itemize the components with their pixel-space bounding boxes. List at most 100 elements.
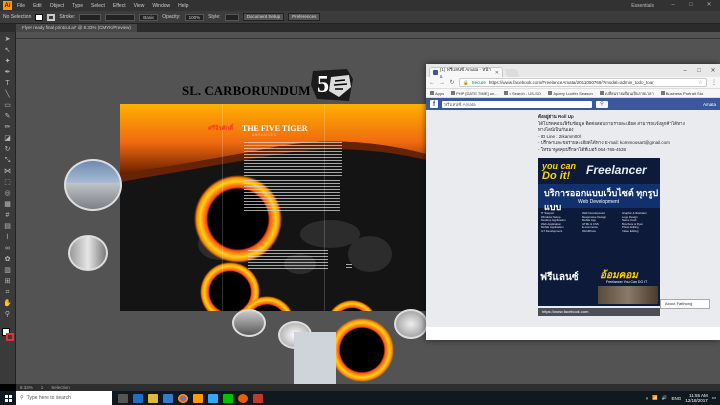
gradient-tool-icon[interactable]: ▤ [3, 223, 13, 231]
opacity-field[interactable]: 100% [184, 13, 205, 21]
store-icon[interactable] [163, 393, 173, 403]
variable-width-field[interactable] [105, 13, 136, 21]
width-tool-icon[interactable]: ⋈ [3, 168, 13, 176]
menu-type[interactable]: Type [72, 3, 83, 9]
eyedropper-tool-icon[interactable]: ⌇ [3, 234, 13, 242]
menu-icon[interactable]: ⋮ [711, 79, 717, 86]
photoshop-icon[interactable] [208, 393, 218, 403]
illustrator-icon[interactable] [193, 393, 203, 403]
notifications-icon[interactable]: ▭ [712, 395, 716, 401]
bookmark-item[interactable]: เปลี่ยนรายเดือนเป็นรายเวลา [599, 90, 654, 97]
bookmark-item[interactable]: PHP [DATE TIME] un... [451, 91, 497, 96]
facebook-user-name[interactable]: Amata [703, 102, 716, 107]
pen-tool-icon[interactable]: ✒ [3, 69, 13, 77]
style-select[interactable] [224, 13, 239, 21]
maximize-icon[interactable]: □ [684, 1, 698, 10]
direct-selection-tool-icon[interactable]: ↖ [3, 47, 13, 55]
maximize-icon[interactable]: □ [692, 68, 706, 74]
taskbar-search-input[interactable]: ⚲ Type here to search [16, 391, 112, 405]
task-view-icon[interactable] [118, 393, 128, 403]
chevron-up-icon[interactable]: ˄ [646, 396, 649, 401]
menu-help[interactable]: Help [178, 3, 188, 9]
minimize-icon[interactable]: – [678, 68, 692, 74]
perspective-grid-tool-icon[interactable]: ▦ [3, 201, 13, 209]
menu-view[interactable]: View [134, 3, 145, 9]
app-icon[interactable] [253, 393, 263, 403]
document-setup-button[interactable]: Document Setup [242, 13, 285, 21]
clock[interactable]: 11:55 AM 12/18/2017 [685, 393, 708, 403]
rectangle-tool-icon[interactable]: ▭ [3, 102, 13, 110]
network-icon[interactable]: 📶 [652, 395, 658, 401]
symbol-sprayer-tool-icon[interactable]: ✿ [3, 256, 13, 264]
line-app-icon[interactable] [223, 393, 233, 403]
free-transform-tool-icon[interactable]: ⬚ [3, 179, 13, 187]
address-bar[interactable]: 🔒 Secure https://www.facebook.com/Freela… [459, 78, 707, 87]
rotate-tool-icon[interactable]: ↻ [3, 146, 13, 154]
search-icon[interactable]: ⚲ [596, 100, 608, 108]
zoom-level[interactable]: 8.33% [20, 385, 33, 390]
edge-icon[interactable] [133, 393, 143, 403]
bookmark-star-icon[interactable]: ☆ [698, 79, 703, 86]
zoom-tool-icon[interactable]: ⚲ [3, 311, 13, 319]
language-indicator[interactable]: ENG [671, 396, 681, 401]
facebook-search-input[interactable]: ฟรีแลนซ์ Amata [442, 100, 592, 108]
shape-builder-tool-icon[interactable]: ◎ [3, 190, 13, 198]
new-tab-button[interactable] [504, 69, 520, 77]
pencil-tool-icon[interactable]: ✏ [3, 124, 13, 132]
graph-tool-icon[interactable]: ▥ [3, 267, 13, 275]
bookmark-item[interactable]: • Search - US-SO [504, 91, 541, 96]
artboard-number[interactable]: 1 [41, 385, 44, 390]
reload-icon[interactable]: ↻ [449, 79, 455, 86]
stroke-weight-field[interactable] [79, 13, 102, 21]
forward-icon[interactable]: → [439, 80, 445, 86]
magic-wand-tool-icon[interactable]: ✦ [3, 58, 13, 66]
mesh-tool-icon[interactable]: # [3, 212, 13, 220]
menu-effect[interactable]: Effect [113, 3, 126, 9]
brush-definition-select[interactable]: Basic [139, 13, 159, 21]
url-text[interactable]: https://www.facebook.com/FreelanceAmata/… [489, 80, 654, 85]
photo-circle-warehouse[interactable] [68, 235, 108, 271]
artboard-tool-icon[interactable]: ⊞ [3, 278, 13, 286]
photo-circle-product[interactable] [394, 309, 428, 339]
close-tab-icon[interactable]: ✕ [495, 70, 499, 76]
eraser-tool-icon[interactable]: ◪ [3, 135, 13, 143]
bookmark-item[interactable]: Business Portrait Stu [660, 91, 703, 96]
back-icon[interactable]: ← [429, 80, 435, 86]
close-icon[interactable]: ✕ [706, 67, 720, 74]
orange-ring[interactable] [327, 315, 397, 384]
blend-tool-icon[interactable]: ∞ [3, 245, 13, 253]
volume-icon[interactable]: 🔊 [662, 395, 668, 401]
scale-tool-icon[interactable]: ⤡ [3, 157, 13, 165]
bookmark-apps[interactable]: Apps [430, 91, 444, 96]
line-tool-icon[interactable]: ╲ [3, 91, 13, 99]
brush-tool-icon[interactable]: ✎ [3, 113, 13, 121]
facebook-logo-icon[interactable]: f [430, 100, 438, 108]
firefox-icon[interactable] [238, 393, 248, 403]
menu-object[interactable]: Object [50, 3, 64, 9]
chrome-icon[interactable] [178, 393, 188, 403]
file-explorer-icon[interactable] [148, 393, 158, 403]
close-icon[interactable]: ✕ [702, 1, 716, 10]
menu-window[interactable]: Window [152, 3, 170, 9]
link-preview[interactable]: https://www.facebook.com [538, 308, 660, 316]
preferences-button[interactable]: Preferences [288, 13, 321, 21]
selection-tool-icon[interactable]: ➤ [3, 36, 13, 44]
brochure-artwork[interactable]: ศรีจีรศักดิ์ THE FIVE TIGER ABRASIVES [120, 104, 426, 311]
menu-select[interactable]: Select [91, 3, 105, 9]
start-button[interactable] [0, 391, 16, 405]
workspace-switcher[interactable]: Essentials [631, 3, 654, 9]
photo-circle-factory[interactable] [64, 159, 122, 211]
hand-tool-icon[interactable]: ✋ [3, 300, 13, 308]
type-tool-icon[interactable]: T [3, 80, 13, 88]
about-popup[interactable]: About Fatthong [660, 299, 710, 309]
slice-tool-icon[interactable]: ⌗ [3, 289, 13, 297]
fill-swatch[interactable] [35, 13, 44, 21]
document-tab[interactable]: Flyer ready final printcut.ai* @ 8.33% (… [16, 24, 137, 32]
fill-stroke-indicator[interactable] [1, 328, 14, 342]
menu-file[interactable]: File [17, 3, 25, 9]
stroke-color-icon[interactable] [5, 333, 14, 341]
freelancer-ad-image[interactable]: you can Do it! Freelancer บริการออกแบบเว… [538, 158, 660, 306]
browser-tab[interactable]: (1) ฟรีแลนซ์ Amata - หน้าแ ✕ [429, 67, 503, 79]
bookmark-item[interactable]: Jquery Lucifer Season [547, 91, 593, 96]
stroke-swatch[interactable] [47, 13, 56, 21]
